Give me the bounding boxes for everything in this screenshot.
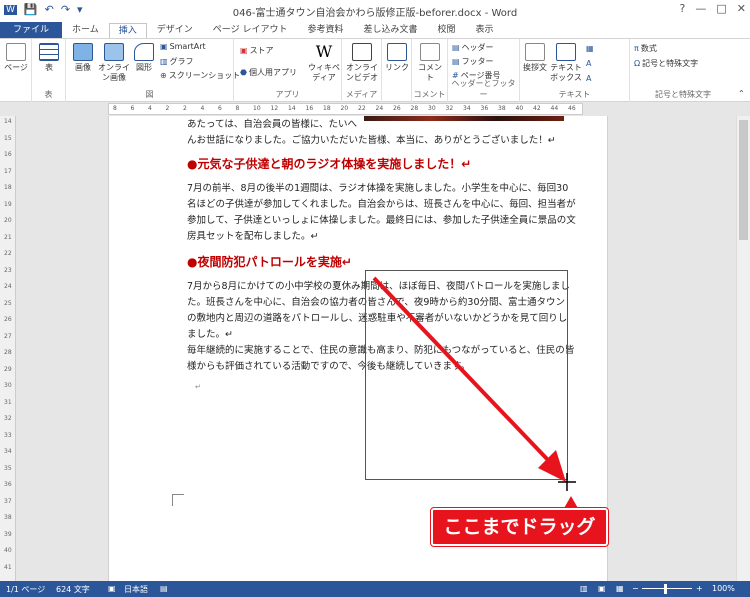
zoom-slider-track[interactable] xyxy=(642,588,692,589)
drag-instruction-callout: ここまでドラッグ xyxy=(430,507,609,547)
macro-icon[interactable]: ▤ xyxy=(160,584,168,593)
drag-arrow-overlay xyxy=(372,276,576,491)
drag-arrow-line xyxy=(372,276,550,462)
print-layout-icon[interactable]: ▣ xyxy=(598,584,606,593)
read-mode-icon[interactable]: ▥ xyxy=(580,584,588,593)
status-bar: 1/1 ページ 624 文字 ▣ 日本語 ▤ ▥ ▣ ▦ − + 100% xyxy=(0,581,750,597)
word-count[interactable]: 624 文字 xyxy=(56,584,90,595)
zoom-level[interactable]: 100% xyxy=(712,584,735,593)
language-indicator[interactable]: 日本語 xyxy=(124,584,148,595)
page-count[interactable]: 1/1 ページ xyxy=(6,584,45,595)
proofing-icon[interactable]: ▣ xyxy=(108,584,116,593)
web-layout-icon[interactable]: ▦ xyxy=(616,584,624,593)
zoom-in-button[interactable]: + xyxy=(696,584,703,593)
zoom-slider-thumb[interactable] xyxy=(664,584,667,594)
zoom-out-button[interactable]: − xyxy=(632,584,639,593)
